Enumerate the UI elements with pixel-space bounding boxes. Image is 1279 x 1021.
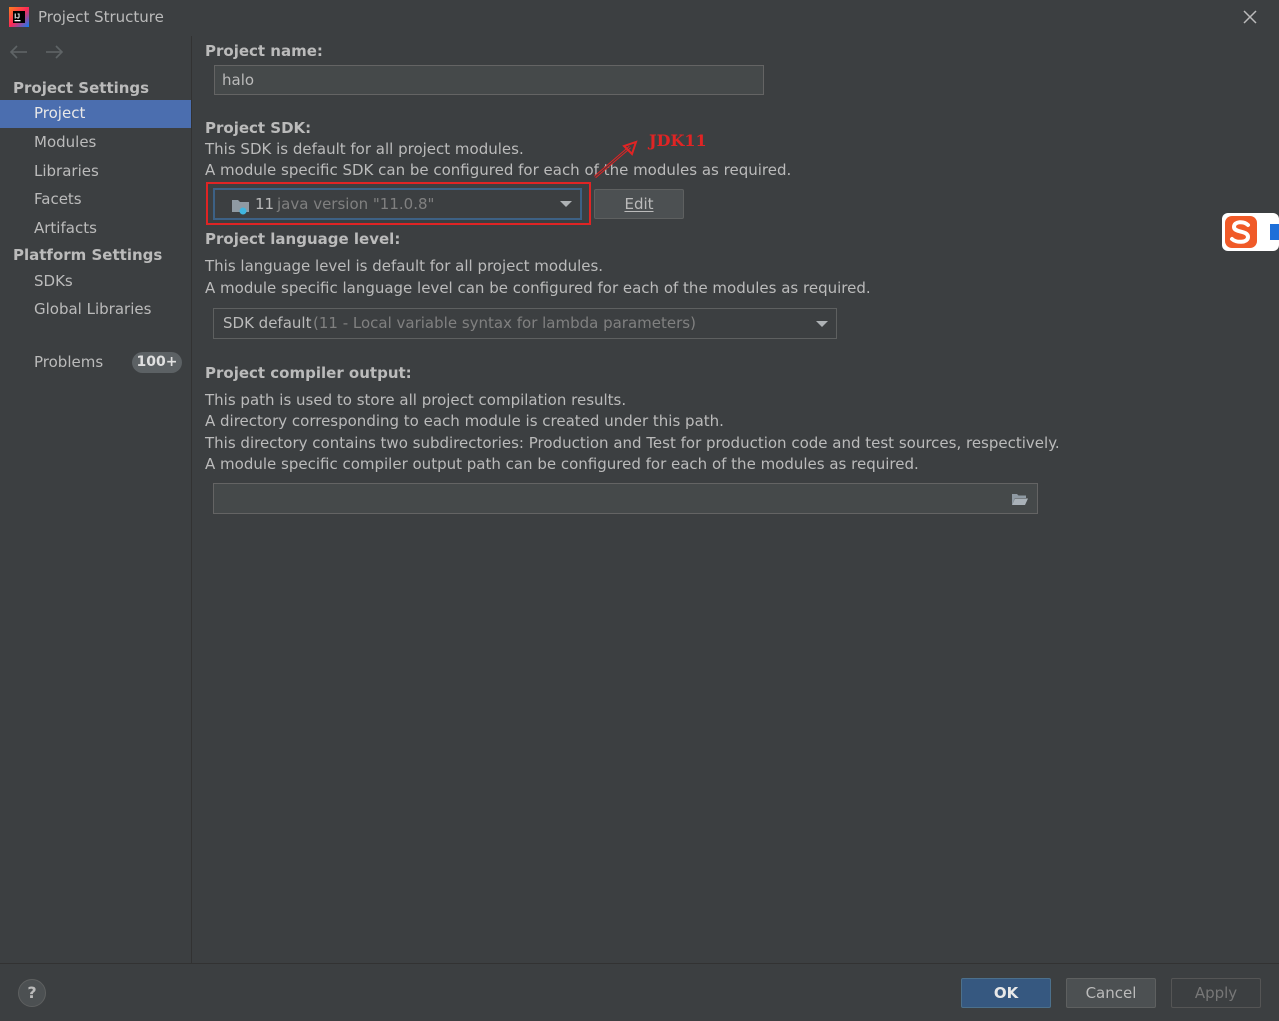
dialog-footer: ? OK Cancel Apply xyxy=(0,963,1279,1021)
project-sdk-label: Project SDK: xyxy=(205,119,312,137)
language-level-description-2: A module specific language level can be … xyxy=(205,279,871,297)
edit-sdk-button[interactable]: Edit xyxy=(594,189,684,219)
sidebar-item-sdks[interactable]: SDKs xyxy=(0,268,191,296)
sidebar-item-libraries[interactable]: Libraries xyxy=(0,158,191,186)
project-structure-dialog: IJ Project Structure Project Settings Pr… xyxy=(0,0,1279,1021)
project-name-input[interactable]: halo xyxy=(214,65,764,95)
help-button[interactable]: ? xyxy=(18,979,46,1007)
language-level-dropdown[interactable]: SDK default (11 - Local variable syntax … xyxy=(213,308,837,339)
nav-arrows xyxy=(8,42,73,62)
sidebar-item-facets[interactable]: Facets xyxy=(0,186,191,214)
sidebar-item-project[interactable]: Project xyxy=(0,100,191,128)
jdk-annotation-label: JDK11 xyxy=(649,131,707,150)
sidebar-item-problems[interactable]: Problems 100+ xyxy=(0,349,191,377)
edit-button-label: Edit xyxy=(624,195,654,213)
sidebar-item-label: Libraries xyxy=(34,162,99,180)
sdk-version: 11 xyxy=(255,195,275,213)
intellij-app-icon: IJ xyxy=(9,7,29,27)
ok-button[interactable]: OK xyxy=(961,978,1051,1008)
window-title: Project Structure xyxy=(38,8,164,26)
svg-text:IJ: IJ xyxy=(14,14,20,21)
title-bar: IJ Project Structure xyxy=(0,0,1279,36)
project-name-label: Project name: xyxy=(205,42,323,60)
chevron-down-icon xyxy=(816,320,828,327)
sidebar: Project Settings Project Modules Librari… xyxy=(0,36,192,963)
forward-arrow-icon[interactable] xyxy=(43,42,65,62)
language-level-label: Project language level: xyxy=(205,230,401,248)
annotation-arrow-icon xyxy=(594,140,638,179)
back-arrow-icon[interactable] xyxy=(8,42,30,62)
compiler-output-description-3: This directory contains two subdirectori… xyxy=(205,434,1060,452)
sidebar-item-global-libraries[interactable]: Global Libraries xyxy=(0,296,191,324)
browse-folder-icon[interactable] xyxy=(1011,492,1029,506)
language-level-description-1: This language level is default for all p… xyxy=(205,257,604,275)
project-sdk-dropdown[interactable]: 11 java version "11.0.8" xyxy=(213,188,582,220)
sidebar-item-label: Global Libraries xyxy=(34,300,152,318)
language-level-detail: (11 - Local variable syntax for lambda p… xyxy=(313,314,696,332)
sidebar-item-artifacts[interactable]: Artifacts xyxy=(0,215,191,243)
sidebar-header-project-settings: Project Settings xyxy=(13,79,150,97)
sidebar-item-modules[interactable]: Modules xyxy=(0,129,191,157)
sidebar-item-label: Facets xyxy=(34,190,82,208)
compiler-output-description-2: A directory corresponding to each module… xyxy=(205,412,724,430)
chevron-down-icon xyxy=(560,201,572,207)
compiler-output-label: Project compiler output: xyxy=(205,364,412,382)
problems-count-badge: 100+ xyxy=(132,352,182,373)
sidebar-item-label: Problems xyxy=(34,353,104,371)
sdk-version-detail: java version "11.0.8" xyxy=(277,195,435,213)
sdk-folder-icon xyxy=(232,200,249,215)
sidebar-header-platform-settings: Platform Settings xyxy=(13,246,163,264)
ime-sogou-icon xyxy=(1222,213,1279,251)
sidebar-item-label: Project xyxy=(34,104,86,122)
language-level-value: SDK default xyxy=(223,314,312,332)
cancel-button[interactable]: Cancel xyxy=(1066,978,1156,1008)
compiler-output-description-4: A module specific compiler output path c… xyxy=(205,455,919,473)
compiler-output-description-1: This path is used to store all project c… xyxy=(205,391,627,409)
apply-button[interactable]: Apply xyxy=(1171,978,1261,1008)
sidebar-item-label: Artifacts xyxy=(34,219,97,237)
project-sdk-description-2: A module specific SDK can be configured … xyxy=(205,161,792,179)
project-sdk-description-1: This SDK is default for all project modu… xyxy=(205,140,524,158)
sidebar-item-label: SDKs xyxy=(34,272,73,290)
compiler-output-path-input[interactable] xyxy=(213,483,1038,514)
close-icon[interactable] xyxy=(1240,7,1260,27)
sidebar-item-label: Modules xyxy=(34,133,97,151)
project-settings-panel: Project name: halo Project SDK: This SDK… xyxy=(192,36,1279,963)
